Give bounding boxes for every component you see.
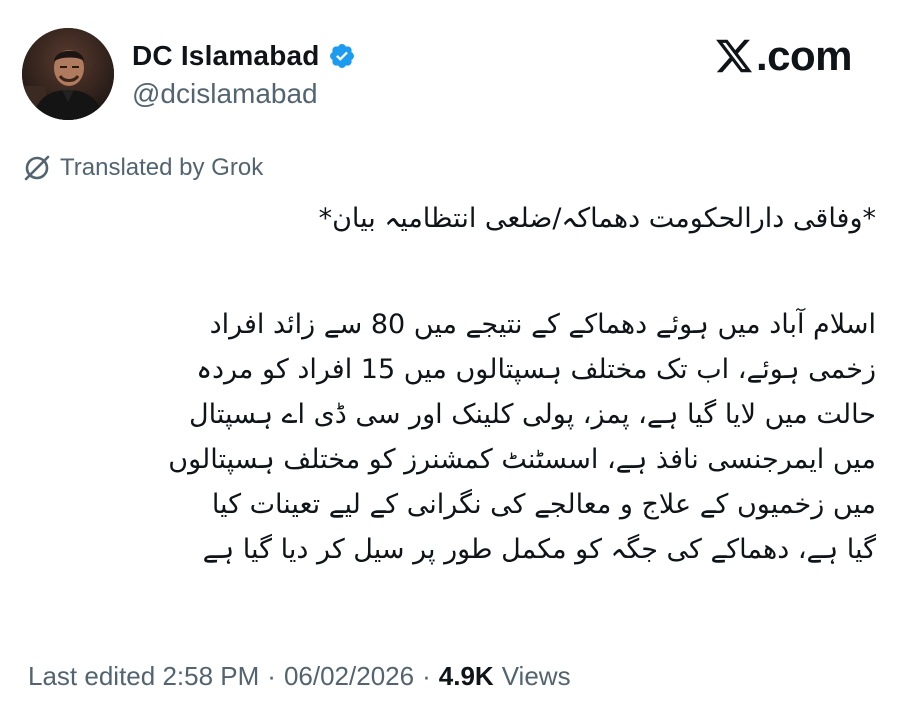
post-meta: Last edited 2:58 PM · 06/02/2026 · 4.9K … (28, 656, 571, 696)
post-body-line: اسلام آباد میں ہوئے دھماکے کے نتیجے میں … (209, 309, 876, 340)
brand-watermark: .com (714, 32, 853, 80)
avatar[interactable] (22, 28, 114, 120)
edited-label[interactable]: Last edited (28, 661, 155, 692)
translation-notice[interactable]: Translated by Grok (22, 150, 263, 186)
post-body: اسلام آباد میں ہوئے دھماکے کے نتیجے میں … (16, 302, 876, 572)
x-logo-icon (716, 39, 753, 73)
post-body-line: گیا ہے، دھماکے کی جگہ کو مکمل طور پر سیل… (202, 534, 876, 565)
brand-domain: .com (755, 32, 853, 79)
post-body-line: زخمی ہوئے، اب تک مختلف ہسپتالوں میں 15 ا… (196, 354, 876, 385)
post-date[interactable]: 06/02/2026 (284, 661, 414, 692)
author-name-row: DC Islamabad (132, 36, 356, 76)
post-body-line: میں زخمیوں کے علاج و معالجے کی نگرانی کے… (211, 489, 876, 520)
post-headline: *وفاقی دارالحکومت دھماکہ/ضلعی انتظامیہ ب… (318, 203, 876, 234)
author-display-name[interactable]: DC Islamabad (132, 40, 320, 72)
meta-separator: · (267, 660, 276, 691)
profile-photo (22, 28, 114, 120)
translation-label: Translated by Grok (60, 154, 264, 181)
meta-separator: · (422, 660, 431, 691)
verified-badge-icon (329, 44, 354, 68)
post-card: DC Islamabad @dcislamabad .com Translate… (0, 0, 900, 722)
post-time[interactable]: 2:58 PM (162, 661, 259, 692)
author-handle[interactable]: @dcislamabad (132, 78, 318, 110)
views-label: Views (501, 660, 571, 691)
post-body-line: میں ایمرجنسی نافذ ہے، اسسٹنٹ کمشنرز کو م… (168, 444, 876, 475)
grok-icon (24, 155, 50, 181)
views-count[interactable]: 4.9K (439, 661, 494, 692)
post-body-line: حالت میں لایا گیا ہے، پمز، پولی کلینک او… (189, 399, 876, 430)
